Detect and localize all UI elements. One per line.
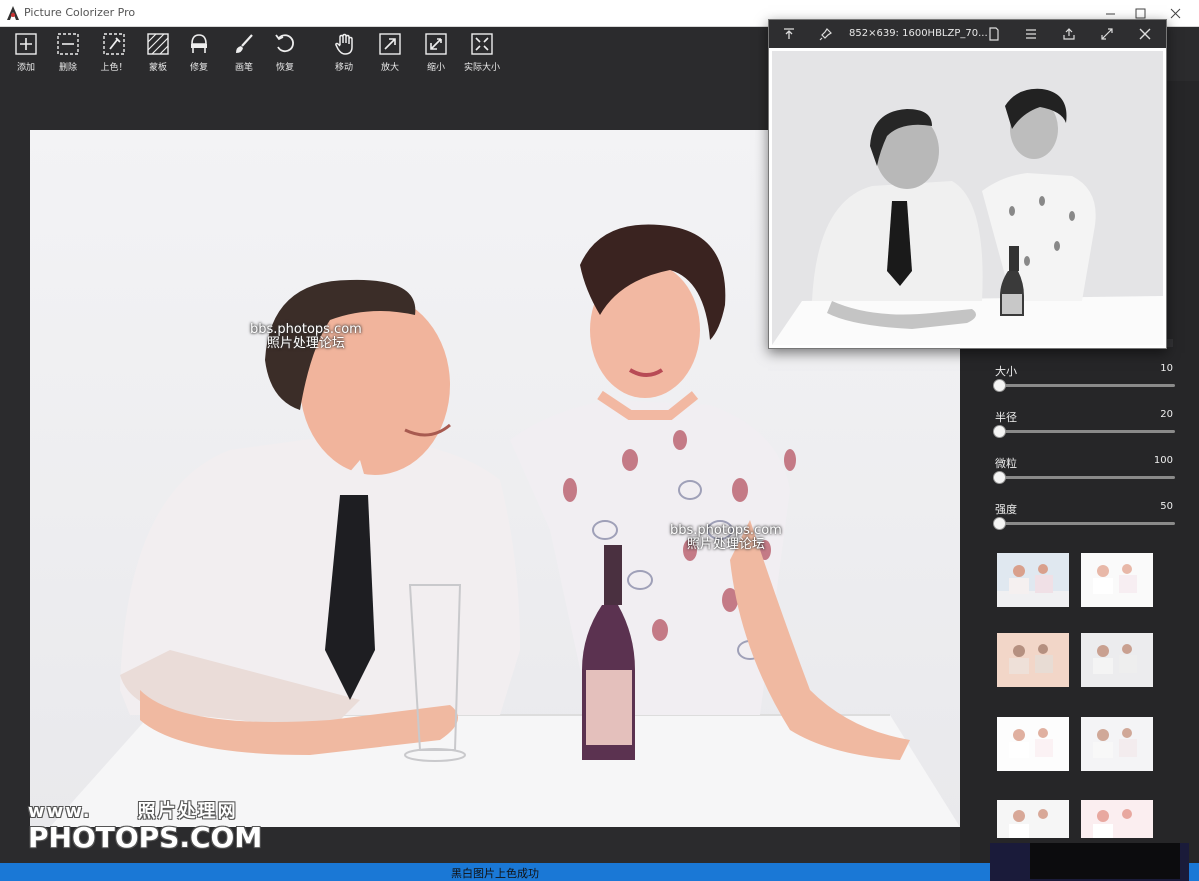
original-bw-photo: [772, 51, 1163, 345]
watermark-top-left: bbs.photops.com 照片处理论坛: [250, 323, 362, 351]
pin-icon[interactable]: [819, 27, 833, 41]
colorize-label: 上色！: [100, 63, 128, 73]
actual-size-button[interactable]: 实际大小: [457, 32, 507, 73]
brush-icon: [236, 34, 253, 53]
watermark-forum: 照片处理论坛: [266, 336, 345, 351]
slider-grain-label: 微粒: [995, 457, 1017, 470]
slider-size-value: 10: [1160, 363, 1173, 374]
slider-grain-track[interactable]: [999, 476, 1175, 479]
watermark-site-2: bbs.photops.com: [670, 523, 782, 538]
watermark-www: www.: [28, 801, 92, 822]
original-preview-window[interactable]: 852×639: 1600HBLZP_70...: [768, 19, 1167, 349]
preset-thumbnail[interactable]: [997, 633, 1069, 687]
repair-label: 修复: [189, 63, 208, 73]
slider-strength-value: 50: [1160, 501, 1173, 512]
slider-radius-thumb[interactable]: [993, 425, 1006, 438]
slider-size-label: 大小: [995, 365, 1017, 378]
preset-thumbnail[interactable]: [1081, 717, 1153, 771]
status-bar: 黑白图片上色成功: [0, 843, 1199, 881]
actual-size-icon: [471, 33, 493, 55]
preview-title: 852×639: 1600HBLZP_70...: [849, 28, 988, 39]
zoom-in-button[interactable]: 放大: [365, 32, 415, 73]
pin-top-icon[interactable]: [782, 27, 796, 41]
app-logo-icon: [7, 6, 19, 20]
repair-icon: [191, 34, 207, 53]
zoom-in-label: 放大: [380, 63, 399, 73]
preset-thumbnail[interactable]: [997, 553, 1069, 607]
slider-grain-thumb[interactable]: [993, 471, 1006, 484]
zoom-out-label: 缩小: [426, 63, 445, 73]
restore-label: 恢复: [275, 63, 294, 73]
slider-radius-track[interactable]: [999, 430, 1175, 433]
list-icon[interactable]: [1024, 27, 1038, 41]
slider-size-track[interactable]: [999, 384, 1175, 387]
watermark-brand: www. 照片处理网 PHOTOPS.COM: [28, 797, 262, 853]
colorize-icon: [103, 33, 125, 55]
preset-thumbnail[interactable]: [1081, 633, 1153, 687]
slider-radius-label: 半径: [995, 411, 1017, 424]
delete-button[interactable]: 删除: [43, 32, 93, 73]
expand-icon[interactable]: [1100, 27, 1114, 41]
delete-label: 删除: [58, 63, 77, 73]
preset-thumbnail[interactable]: [1081, 800, 1153, 838]
slider-size-thumb[interactable]: [993, 379, 1006, 392]
slider-strength-label: 强度: [995, 503, 1017, 516]
actual-size-label: 实际大小: [463, 63, 500, 73]
status-corner-black: [1030, 843, 1180, 879]
add-icon: [15, 33, 37, 55]
restore-icon: [275, 34, 294, 53]
close-icon[interactable]: [1138, 27, 1152, 41]
repair-button[interactable]: 修复: [174, 32, 224, 73]
zoom-in-icon: [379, 33, 401, 55]
status-text: 黑白图片上色成功: [451, 867, 539, 880]
slider-strength-track[interactable]: [999, 522, 1175, 525]
move-icon: [335, 33, 353, 55]
file-icon[interactable]: [987, 27, 1001, 41]
watermark-site: bbs.photops.com: [250, 322, 362, 337]
preset-thumbnail[interactable]: [997, 800, 1069, 838]
watermark-brand-text: PHOTOPS.COM: [28, 821, 263, 854]
mask-icon: [147, 33, 169, 55]
restore-button[interactable]: 恢复: [260, 32, 310, 73]
colorize-button[interactable]: 上色！: [89, 32, 139, 73]
zoom-out-button[interactable]: 缩小: [411, 32, 461, 73]
move-label: 移动: [334, 63, 353, 73]
watermark-net: 照片处理网: [137, 801, 238, 822]
app-title: Picture Colorizer Pro: [24, 6, 136, 19]
preview-titlebar[interactable]: 852×639: 1600HBLZP_70...: [769, 20, 1166, 48]
watermark-center: bbs.photops.com 照片处理论坛: [670, 524, 782, 552]
slider-radius-value: 20: [1160, 409, 1173, 420]
share-icon[interactable]: [1062, 27, 1076, 41]
slider-strength-thumb[interactable]: [993, 517, 1006, 530]
move-button[interactable]: 移动: [319, 32, 369, 73]
zoom-out-icon: [425, 33, 447, 55]
watermark-forum-2: 照片处理论坛: [686, 537, 765, 552]
preset-thumbnail[interactable]: [1081, 553, 1153, 607]
preset-thumbnail[interactable]: [997, 717, 1069, 771]
delete-icon: [57, 33, 79, 55]
slider-grain-value: 100: [1153, 455, 1173, 466]
